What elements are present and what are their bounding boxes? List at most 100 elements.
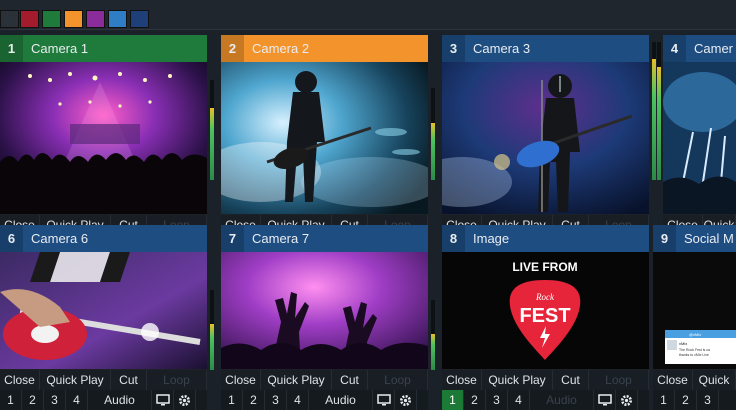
input-preview-singer-guitar[interactable] xyxy=(442,62,649,214)
social-text-1: The Rock Fest is ca xyxy=(679,348,710,352)
input-preview-guitar-closeup[interactable] xyxy=(0,252,207,369)
overlay-4-button[interactable]: 4 xyxy=(508,390,530,410)
color-swatch-blue[interactable] xyxy=(108,10,127,28)
close-button[interactable]: Close xyxy=(0,370,40,390)
input-controls-row: Close Quick Play Cut Loop xyxy=(0,370,207,390)
cut-button[interactable]: Cut xyxy=(111,370,147,390)
input-title: Camer xyxy=(694,41,734,56)
logo-live-from: LIVE FROM xyxy=(512,260,577,274)
overlay-1-button[interactable]: 1 xyxy=(221,390,243,410)
audio-button[interactable]: Audio xyxy=(530,390,594,410)
input-controls-row: Close Quick Play Cut Loop xyxy=(221,370,428,390)
input-title-bar[interactable]: 9 Social M xyxy=(653,225,736,252)
input-number: 8 xyxy=(442,225,465,252)
vu-level xyxy=(210,108,214,180)
color-swatch-orange[interactable] xyxy=(64,10,83,28)
quick-play-button[interactable]: Quick Play xyxy=(482,370,553,390)
color-swatch-purple[interactable] xyxy=(86,10,105,28)
loop-button[interactable]: Loop xyxy=(147,370,207,390)
audio-button[interactable]: Audio xyxy=(309,390,373,410)
input-preview-guitarist-smoke[interactable] xyxy=(221,62,428,214)
loop-button[interactable]: Loop xyxy=(589,370,649,390)
overlay-4-button[interactable]: 4 xyxy=(66,390,88,410)
overlay-3-button[interactable]: 3 xyxy=(265,390,287,410)
input-card-4[interactable]: 4 Camer Close Quick 1 2 3 xyxy=(663,35,736,255)
color-swatch-gray[interactable] xyxy=(0,10,19,28)
overlay-1-button[interactable]: 1 xyxy=(442,390,464,410)
social-handle: @vMix xyxy=(689,332,701,337)
input-title-bar[interactable]: 7 Camera 7 xyxy=(221,225,428,252)
cut-button[interactable]: Cut xyxy=(332,370,368,390)
input-controls-row: Close Quick Play Cut Loop xyxy=(442,370,649,390)
social-user: vMix xyxy=(679,341,687,346)
overlay-4-button[interactable]: 4 xyxy=(287,390,309,410)
input-card-3[interactable]: 3 Camera 3 Close Qui xyxy=(442,35,649,255)
overlay-1-button[interactable]: 1 xyxy=(653,390,675,410)
input-card-2[interactable]: 2 Camera 2 xyxy=(221,35,428,255)
cut-button[interactable]: Cut xyxy=(553,370,589,390)
input-overlay-row: 1 2 3 xyxy=(653,390,736,410)
input-card-9[interactable]: 9 Social M @vMix vMix The Rock Fest is c… xyxy=(653,225,736,410)
close-button[interactable]: Close xyxy=(442,370,482,390)
input-title-bar[interactable]: 4 Camer xyxy=(663,35,736,62)
input-title: Camera 6 xyxy=(31,231,89,246)
input-title: Social M xyxy=(684,231,734,246)
input-preview-crowd-partial[interactable] xyxy=(663,62,736,214)
monitor-icon[interactable] xyxy=(373,390,395,410)
overlay-1-button[interactable]: 1 xyxy=(0,390,22,410)
input-title-bar[interactable]: 1 Camera 1 xyxy=(0,35,207,62)
logo-rock: Rock xyxy=(535,292,555,302)
vu-level xyxy=(431,333,435,370)
quick-play-button[interactable]: Quick Play xyxy=(40,370,111,390)
overlay-2-button[interactable]: 2 xyxy=(22,390,44,410)
vu-level xyxy=(652,58,656,180)
monitor-icon[interactable] xyxy=(152,390,174,410)
input-card-6[interactable]: 6 Camera 6 Close Quick Play Cut Loop 1 2… xyxy=(0,225,207,410)
input-title-bar[interactable]: 8 Image xyxy=(442,225,649,252)
monitor-icon[interactable] xyxy=(594,390,616,410)
input-title: Camera 3 xyxy=(473,41,531,56)
input-title-bar[interactable]: 3 Camera 3 xyxy=(442,35,649,62)
input-card-1[interactable]: 1 Camera 1 xyxy=(0,35,207,255)
quick-play-button[interactable]: Quick xyxy=(693,370,736,390)
vu-meter-3 xyxy=(652,42,656,180)
input-number: 1 xyxy=(0,35,23,62)
loop-button[interactable]: Loop xyxy=(368,370,428,390)
close-button[interactable]: Close xyxy=(221,370,261,390)
color-swatch-green[interactable] xyxy=(42,10,61,28)
overlay-2-button[interactable]: 2 xyxy=(243,390,265,410)
input-preview-hands-silhouette[interactable] xyxy=(221,252,428,369)
input-number: 2 xyxy=(221,35,244,62)
color-swatch-navy[interactable] xyxy=(130,10,149,28)
input-number: 9 xyxy=(653,225,676,252)
input-overlay-row: 1 2 3 4 Audio xyxy=(442,390,649,410)
overlay-3-button[interactable]: 3 xyxy=(697,390,719,410)
gear-icon[interactable] xyxy=(174,390,196,410)
input-card-7[interactable]: 7 Camera 7 Close Quick Play Cut Loop 1 2… xyxy=(221,225,428,410)
gear-icon[interactable] xyxy=(395,390,417,410)
input-preview-concert-crowd[interactable] xyxy=(0,62,207,214)
color-swatch-red[interactable] xyxy=(20,10,39,28)
overlay-2-button[interactable]: 2 xyxy=(464,390,486,410)
input-preview-rock-fest-logo[interactable]: LIVE FROM Rock FEST xyxy=(442,252,649,369)
social-text-2: thanks to vMix Live xyxy=(679,353,709,357)
audio-button[interactable]: Audio xyxy=(88,390,152,410)
overlay-3-button[interactable]: 3 xyxy=(486,390,508,410)
input-overlay-row: 1 2 3 4 Audio xyxy=(0,390,207,410)
input-title-bar[interactable]: 2 Camera 2 xyxy=(221,35,428,62)
vu-level xyxy=(657,66,661,180)
close-button[interactable]: Close xyxy=(653,370,693,390)
input-preview-social-feed[interactable]: @vMix vMix The Rock Fest is ca thanks to… xyxy=(653,252,736,369)
input-card-8[interactable]: 8 Image LIVE FROM Rock FEST Close Quick … xyxy=(442,225,649,410)
input-title: Camera 2 xyxy=(252,41,310,56)
gear-icon[interactable] xyxy=(616,390,638,410)
vu-level xyxy=(431,122,435,180)
quick-play-button[interactable]: Quick Play xyxy=(261,370,332,390)
vu-meter-7 xyxy=(431,300,435,370)
overlay-3-button[interactable]: 3 xyxy=(44,390,66,410)
overlay-2-button[interactable]: 2 xyxy=(675,390,697,410)
logo-fest: FEST xyxy=(519,305,570,327)
input-overlay-row: 1 2 3 4 Audio xyxy=(221,390,428,410)
input-number: 6 xyxy=(0,225,23,252)
input-title-bar[interactable]: 6 Camera 6 xyxy=(0,225,207,252)
